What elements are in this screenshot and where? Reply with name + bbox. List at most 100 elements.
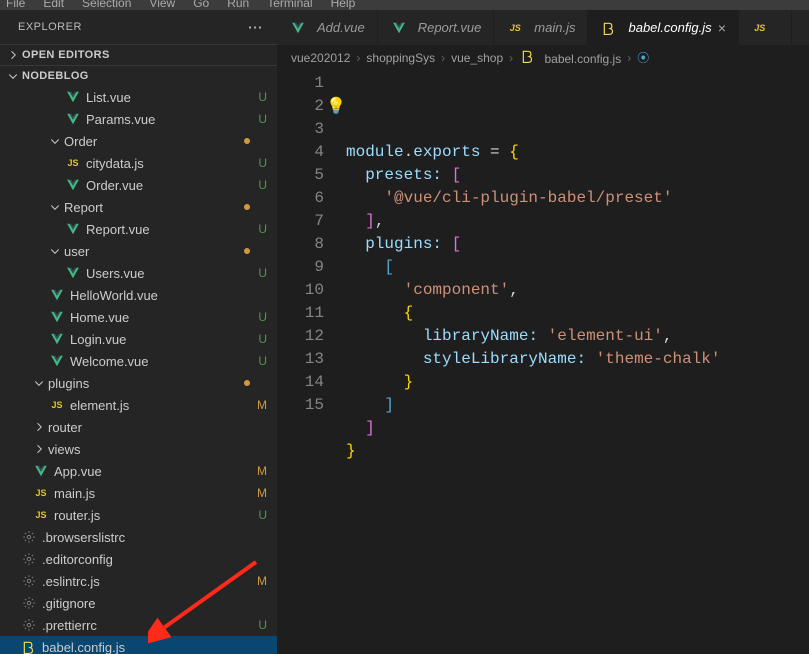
tab-label: main.js — [534, 20, 575, 35]
menu-item[interactable]: Edit — [39, 0, 68, 10]
tree-row[interactable]: Order — [0, 130, 277, 152]
tree-row[interactable]: .editorconfig — [0, 548, 277, 570]
vue-icon — [48, 354, 66, 368]
file-label: main.js — [54, 486, 253, 501]
section-open-editors[interactable]: OPEN EDITORS — [0, 44, 277, 65]
code-line[interactable]: styleLibraryName: 'theme-chalk' — [346, 348, 809, 371]
tree-row[interactable]: HelloWorld.vue — [0, 284, 277, 306]
tree-row[interactable]: Report — [0, 196, 277, 218]
line-gutter: 123456789101112131415 — [277, 72, 346, 654]
section-project[interactable]: NODEBLOG — [0, 65, 277, 86]
tree-row[interactable]: router — [0, 416, 277, 438]
tree-row[interactable]: views — [0, 438, 277, 460]
modified-dot-icon — [244, 248, 250, 254]
breadcrumb[interactable]: vue202012›shoppingSys›vue_shop› babel.co… — [277, 45, 809, 70]
modified-dot-icon — [244, 380, 250, 386]
lightbulb-icon[interactable]: 💡 — [326, 96, 346, 119]
menu-item[interactable]: Run — [223, 0, 253, 10]
tree-row[interactable]: JSmain.jsM — [0, 482, 277, 504]
tree-row[interactable]: user — [0, 240, 277, 262]
tree-row[interactable]: Report.vueU — [0, 218, 277, 240]
breadcrumb-item[interactable]: babel.config.js — [519, 49, 621, 66]
tree-row[interactable]: List.vueU — [0, 86, 277, 108]
code-line[interactable]: 'component', — [346, 279, 809, 302]
tree-row[interactable]: Order.vueU — [0, 174, 277, 196]
tree-row[interactable]: Login.vueU — [0, 328, 277, 350]
file-label: .editorconfig — [42, 552, 253, 567]
editor-tab[interactable]: JS — [739, 10, 792, 45]
menu-item[interactable]: View — [145, 0, 179, 10]
tree-row[interactable]: Users.vueU — [0, 262, 277, 284]
tree-row[interactable]: App.vueM — [0, 460, 277, 482]
editor-tab[interactable]: JSmain.js — [494, 10, 588, 45]
tree-row[interactable]: Home.vueU — [0, 306, 277, 328]
code-line[interactable]: ] — [346, 417, 809, 440]
code-line[interactable]: { — [346, 302, 809, 325]
breadcrumb-item[interactable]: vue202012 — [291, 51, 350, 65]
breadcrumb-item[interactable]: shoppingSys — [366, 51, 435, 65]
menu-item[interactable]: Terminal — [263, 0, 316, 10]
file-label: Params.vue — [86, 112, 253, 127]
code-line[interactable]: ] — [346, 394, 809, 417]
tab-label: Report.vue — [418, 20, 482, 35]
tree-row[interactable]: Params.vueU — [0, 108, 277, 130]
tree-row[interactable]: plugins — [0, 372, 277, 394]
vue-icon — [64, 112, 82, 126]
tab-label: Add.vue — [317, 20, 365, 35]
vue-icon — [289, 21, 307, 35]
code-body[interactable]: 💡 module.exports = { presets: [ '@vue/cl… — [346, 72, 809, 654]
tree-row[interactable]: .browserslistrc — [0, 526, 277, 548]
tree-row[interactable]: JSrouter.jsU — [0, 504, 277, 526]
code-line[interactable]: [ — [346, 256, 809, 279]
file-label: Users.vue — [86, 266, 253, 281]
code-line[interactable] — [346, 463, 809, 486]
vue-icon — [390, 21, 408, 35]
more-icon[interactable]: ⋯ — [248, 18, 264, 36]
git-status: U — [253, 354, 267, 368]
js-icon: JS — [48, 398, 66, 412]
editor-tab[interactable]: babel.config.js × — [588, 10, 738, 45]
code-line[interactable]: plugins: [ — [346, 233, 809, 256]
tree-row[interactable]: JSelement.jsM — [0, 394, 277, 416]
explorer-title: EXPLORER — [18, 21, 82, 33]
git-status: M — [253, 574, 267, 588]
code-line[interactable]: libraryName: 'element-ui', — [346, 325, 809, 348]
tree-row[interactable]: Welcome.vueU — [0, 350, 277, 372]
menu-item[interactable]: Go — [189, 0, 213, 10]
editor-tab[interactable]: Report.vue — [378, 10, 495, 45]
code-line[interactable]: '@vue/cli-plugin-babel/preset' — [346, 187, 809, 210]
git-status: U — [253, 178, 267, 192]
file-label: babel.config.js — [42, 640, 253, 654]
git-status: U — [253, 332, 267, 346]
git-status: U — [253, 112, 267, 126]
chevron-right-icon — [32, 420, 46, 434]
tab-label: babel.config.js — [628, 20, 711, 35]
file-label: Welcome.vue — [70, 354, 253, 369]
file-tree: List.vueUParams.vueUOrderJScitydata.jsUO… — [0, 86, 277, 654]
menu-item[interactable]: File — [2, 0, 29, 10]
tree-row[interactable]: .gitignore — [0, 592, 277, 614]
file-label: Order.vue — [86, 178, 253, 193]
chevron-right-icon — [32, 442, 46, 456]
code-line[interactable]: } — [346, 440, 809, 463]
code-line[interactable]: } — [346, 371, 809, 394]
modified-dot-icon — [244, 204, 250, 210]
babel-icon — [20, 640, 38, 654]
tree-row[interactable]: .prettierrcU — [0, 614, 277, 636]
code-line[interactable]: presets: [ — [346, 164, 809, 187]
file-label: router.js — [54, 508, 253, 523]
file-label: Report — [64, 200, 244, 215]
breadcrumb-item[interactable]: vue_shop — [451, 51, 503, 65]
tree-row[interactable]: babel.config.js — [0, 636, 277, 654]
editor-tab[interactable]: Add.vue — [277, 10, 378, 45]
vue-icon — [48, 332, 66, 346]
code-line[interactable]: ], — [346, 210, 809, 233]
code-line[interactable]: module.exports = { — [346, 141, 809, 164]
menu-item[interactable]: Help — [327, 0, 360, 10]
menu-item[interactable]: Selection — [78, 0, 135, 10]
git-status: M — [253, 398, 267, 412]
breadcrumb-item[interactable]: ⦿ — [637, 49, 649, 66]
close-icon[interactable]: × — [718, 20, 726, 36]
tree-row[interactable]: .eslintrc.jsM — [0, 570, 277, 592]
tree-row[interactable]: JScitydata.jsU — [0, 152, 277, 174]
